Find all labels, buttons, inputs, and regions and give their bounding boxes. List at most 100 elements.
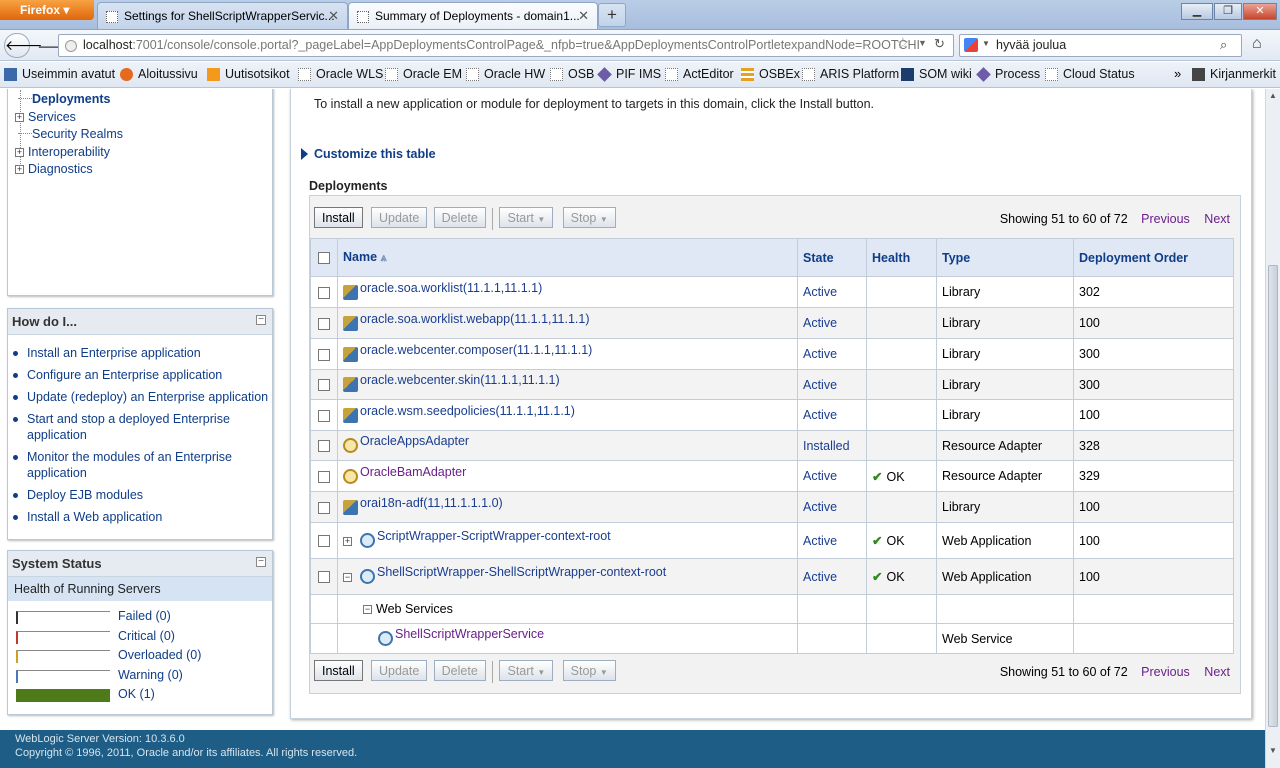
health-column-header[interactable]: Health [866, 238, 937, 277]
delete-button[interactable]: Delete [433, 660, 486, 681]
close-icon[interactable]: ✕ [578, 8, 589, 24]
deployment-name-link[interactable]: ScriptWrapper-ScriptWrapper-context-root [377, 529, 611, 543]
tree-item-services[interactable]: + Services [15, 110, 76, 124]
reload-icon[interactable]: ↻ [934, 36, 945, 52]
health-row[interactable]: Warning (0) [16, 668, 272, 688]
deployment-name-link[interactable]: OracleAppsAdapter [360, 434, 469, 448]
health-row[interactable]: Overloaded (0) [16, 648, 272, 668]
state-cell[interactable]: Active [797, 522, 867, 559]
next-link[interactable]: Next [1204, 212, 1230, 226]
home-icon[interactable]: ⌂ [1252, 35, 1262, 53]
deployment-name-link[interactable]: oracle.webcenter.composer(11.1.1,11.1.1) [360, 343, 592, 357]
how-link-start-stop[interactable]: Start and stop a deployed Enterprise app… [12, 411, 270, 443]
previous-link[interactable]: Previous [1141, 665, 1190, 679]
tree-item-deployments[interactable]: Deployments [18, 92, 111, 106]
deployment-name-link[interactable]: oracle.soa.worklist(11.1.1,11.1.1) [360, 281, 542, 295]
state-cell[interactable]: Installed [797, 430, 867, 461]
how-link-deploy-ejb[interactable]: Deploy EJB modules [12, 487, 270, 503]
scrollbar-thumb[interactable] [1268, 265, 1278, 727]
row-checkbox[interactable] [318, 286, 330, 299]
stop-button[interactable]: Stop ▼ [562, 660, 616, 681]
how-link-install-enterprise[interactable]: Install an Enterprise application [12, 345, 270, 361]
bookmark-process[interactable]: Process [976, 67, 1040, 82]
web-service-link[interactable]: ShellScriptWrapperService [395, 627, 544, 641]
order-column-header[interactable]: Deployment Order [1073, 238, 1234, 277]
tree-item-interoperability[interactable]: + Interoperability [15, 145, 110, 159]
collapse-icon[interactable]: − [363, 605, 372, 614]
new-tab-button[interactable]: + [598, 3, 626, 27]
state-cell[interactable]: Active [797, 307, 867, 339]
health-row[interactable]: OK (1) [16, 687, 272, 707]
bookmark-som-wiki[interactable]: SOM wiki [901, 67, 972, 81]
maximize-button[interactable]: ❐ [1214, 3, 1242, 20]
bookmark-useimmin-avatut[interactable]: Useimmin avatut [4, 67, 115, 81]
deployment-name-link[interactable]: oracle.webcenter.skin(11.1.1,11.1.1) [360, 373, 560, 387]
row-checkbox[interactable] [318, 571, 330, 584]
minimize-button[interactable]: ▁ [1181, 3, 1213, 20]
row-checkbox[interactable] [318, 379, 330, 392]
state-cell[interactable]: Active [797, 558, 867, 595]
bookmark-aloitussivu[interactable]: Aloitussivu [120, 67, 198, 81]
row-checkbox[interactable] [318, 409, 330, 422]
state-cell[interactable]: Active [797, 399, 867, 431]
bookmark-pif-ims[interactable]: PIF IMS [597, 67, 661, 82]
how-link-install-web[interactable]: Install a Web application [12, 509, 270, 525]
scroll-up-icon[interactable]: ▲ [1266, 89, 1280, 103]
bookmarks-menu-button[interactable]: Kirjanmerkit [1192, 67, 1276, 81]
row-checkbox[interactable] [318, 348, 330, 361]
deployment-name-link[interactable]: oracle.soa.worklist.webapp(11.1.1,11.1.1… [360, 312, 590, 326]
install-button[interactable]: Install [314, 207, 363, 228]
start-button[interactable]: Start ▼ [499, 660, 554, 681]
url-bar[interactable]: localhost:7001/console/console.portal?_p… [58, 34, 954, 57]
row-checkbox[interactable] [318, 317, 330, 330]
expand-icon[interactable]: + [15, 148, 24, 157]
health-row[interactable]: Failed (0) [16, 609, 272, 629]
state-cell[interactable]: Active [797, 369, 867, 400]
state-cell[interactable]: Active [797, 276, 867, 308]
bookmark-oracle-hw[interactable]: Oracle HW [466, 67, 545, 81]
collapse-icon[interactable]: − [256, 315, 266, 325]
bookmark-oracle-em[interactable]: Oracle EM [385, 67, 462, 81]
dropdown-icon[interactable]: ▼ [918, 38, 927, 48]
state-cell[interactable]: Active [797, 460, 867, 492]
customize-table-link[interactable]: Customize this table [301, 147, 436, 161]
row-checkbox[interactable] [318, 501, 330, 514]
close-icon[interactable]: ✕ [328, 8, 339, 24]
bookmark-oracle-wls[interactable]: Oracle WLS [298, 67, 383, 81]
back-button[interactable]: 🡐 [4, 33, 43, 58]
row-checkbox[interactable] [318, 470, 330, 483]
health-row[interactable]: Critical (0) [16, 629, 272, 649]
how-link-update-enterprise[interactable]: Update (redeploy) an Enterprise applicat… [12, 389, 270, 405]
select-all-checkbox[interactable] [318, 252, 330, 265]
expand-icon[interactable]: + [15, 113, 24, 122]
row-checkbox[interactable] [318, 535, 330, 548]
search-icon[interactable]: ⌕ [1220, 37, 1227, 53]
firefox-menu-button[interactable]: Firefox ▾ [0, 0, 94, 20]
install-button[interactable]: Install [314, 660, 363, 681]
delete-button[interactable]: Delete [433, 207, 486, 228]
update-button[interactable]: Update [371, 660, 428, 681]
start-button[interactable]: Start ▼ [499, 207, 554, 228]
update-button[interactable]: Update [371, 207, 428, 228]
tab-settings[interactable]: Settings for ShellScriptWrapperServic...… [97, 2, 348, 29]
previous-link[interactable]: Previous [1141, 212, 1190, 226]
expand-icon[interactable]: + [15, 165, 24, 174]
tree-item-security-realms[interactable]: Security Realms [18, 127, 123, 141]
star-icon[interactable]: ☆ [896, 34, 909, 52]
state-column-header[interactable]: State [797, 238, 867, 277]
state-cell[interactable]: Active [797, 338, 867, 370]
collapse-icon[interactable]: − [256, 557, 266, 567]
collapse-icon[interactable]: − [343, 573, 352, 582]
how-link-configure-enterprise[interactable]: Configure an Enterprise application [12, 367, 270, 383]
close-window-button[interactable]: ✕ [1243, 3, 1277, 20]
page-scrollbar[interactable]: ▲ ▼ [1265, 89, 1280, 768]
type-column-header[interactable]: Type [936, 238, 1074, 277]
tree-item-diagnostics[interactable]: + Diagnostics [15, 162, 93, 176]
bookmark-acteditor[interactable]: ActEditor [665, 67, 734, 81]
bookmark-cloud-status[interactable]: Cloud Status [1045, 67, 1135, 81]
expand-icon[interactable]: + [343, 537, 352, 546]
next-link[interactable]: Next [1204, 665, 1230, 679]
deployment-name-link[interactable]: orai18n-adf(11,11.1.1.1.0) [360, 496, 503, 510]
more-bookmarks-button[interactable]: » [1174, 66, 1181, 81]
stop-button[interactable]: Stop ▼ [562, 207, 616, 228]
